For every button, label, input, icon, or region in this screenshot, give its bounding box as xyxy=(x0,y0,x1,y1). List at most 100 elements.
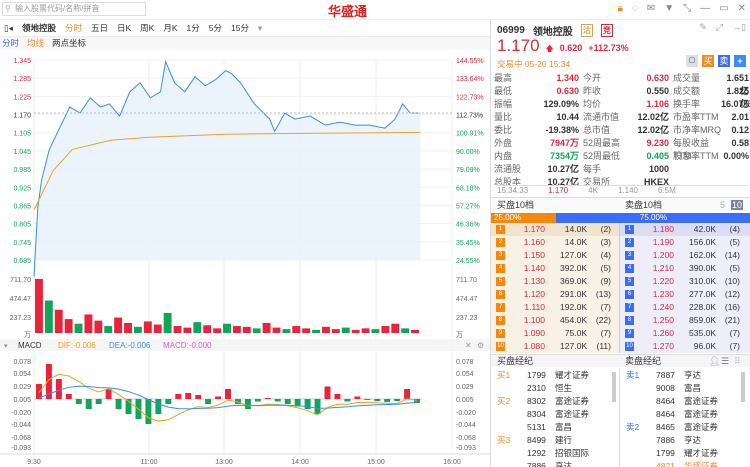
tab-1min[interactable]: 1分 xyxy=(187,22,200,34)
avg-line-label[interactable]: 均线 xyxy=(27,37,44,50)
macd-bar xyxy=(374,399,381,401)
chevron-down-icon[interactable]: ▾ xyxy=(258,23,262,34)
level-price: 1.190 xyxy=(652,237,674,247)
level-price: 1.110 xyxy=(524,302,545,312)
macd-bar xyxy=(185,393,192,399)
macd-tick-label: 0.029 xyxy=(13,384,31,391)
level-volume: 454.0K xyxy=(560,315,587,325)
alert-icon[interactable]: ▢ xyxy=(686,55,698,67)
headset-icon[interactable]: ◌ xyxy=(632,3,638,14)
person-icon[interactable]: 👤︎ xyxy=(709,355,720,368)
volume-bar xyxy=(242,326,251,333)
price-tick-label: 1.105 xyxy=(13,131,31,138)
add-watchlist-button[interactable]: + xyxy=(734,55,746,67)
level-price: 1.270 xyxy=(652,341,674,351)
stat-label: 今开 xyxy=(583,73,602,83)
depth-10-button[interactable]: 10 xyxy=(731,200,744,210)
mail-icon[interactable]: ✉ xyxy=(647,3,655,14)
sell-broker-scrollbar[interactable] xyxy=(741,372,745,402)
close-icon[interactable]: ✕ xyxy=(738,3,746,14)
stock-code: 06999 xyxy=(497,25,525,36)
broker-row: 7886 亨达 xyxy=(491,460,619,467)
level-index: 9 xyxy=(496,329,505,338)
stat-value: 12.02亿 xyxy=(637,125,669,135)
macd-bar xyxy=(264,398,271,399)
depth-5-button[interactable]: 5 xyxy=(720,198,725,212)
grid-view-icon[interactable]: ⠿ xyxy=(734,355,741,368)
intraday-chart[interactable]: 1.345 144.55% 1.285 133.64% 1.225 122.73% 1.17… xyxy=(0,50,490,467)
pct-tick-label: 144.55% xyxy=(456,58,484,65)
level-price: 1.090 xyxy=(523,328,545,338)
macd-bar xyxy=(344,399,351,402)
volume-tick-label: 474.47 xyxy=(456,296,478,303)
macd-tick-label: -0.068 xyxy=(11,435,31,442)
volume-bar xyxy=(64,319,73,333)
broker-name: 建行 xyxy=(555,435,573,445)
level-index: 9 xyxy=(625,329,634,338)
pct-tick-label: 100.91% xyxy=(456,131,484,138)
level-index: 8 xyxy=(496,316,505,325)
minimize-icon[interactable]: — xyxy=(700,3,710,14)
fenshi-label[interactable]: 分时 xyxy=(2,37,19,50)
volume-bar xyxy=(94,320,103,333)
broker-level: 卖1 xyxy=(626,370,640,380)
level-volume: 14.0K xyxy=(564,237,587,247)
pct-tick-label: 68.18% xyxy=(456,185,480,192)
level-volume: 228.0K xyxy=(689,302,716,312)
level-index: 2 xyxy=(625,238,634,247)
tab-fenshi[interactable]: 分时 xyxy=(65,22,82,34)
stat-value: 7947万 xyxy=(549,138,579,148)
level-index: 2 xyxy=(496,238,505,247)
broker-row: 7886 亨达 xyxy=(620,434,750,447)
level-orders: (3) xyxy=(600,237,611,247)
price-tick-label: 1.225 xyxy=(13,94,31,101)
tab-5min[interactable]: 5分 xyxy=(209,22,222,34)
volume-bar xyxy=(312,329,321,333)
broker-id: 8499 xyxy=(527,435,546,445)
volume-tick-label: 711.70 xyxy=(456,277,477,284)
broker-id: 8464 xyxy=(656,409,675,419)
level-index: 3 xyxy=(496,251,505,260)
broker-level: 买1 xyxy=(497,370,511,380)
tab-weekly-k[interactable]: 周K xyxy=(140,22,154,34)
volume-bar xyxy=(361,328,370,333)
search-input[interactable]: ⚲ 输入股票代码/名称/拼音 xyxy=(2,2,146,16)
buy-broker-scrollbar[interactable] xyxy=(612,372,616,402)
two-point-coord[interactable]: 两点坐标 xyxy=(52,37,86,50)
level-orders: (7) xyxy=(729,328,740,338)
broker-level xyxy=(620,382,656,395)
lock-icon[interactable]: 🔒︎ xyxy=(618,3,623,14)
level-volume: 14.0K xyxy=(564,224,587,234)
order-level: 9 1.090 75.0K (7) xyxy=(491,327,619,340)
last-price: 1.170 xyxy=(497,36,540,55)
tab-monthly-k[interactable]: 月K xyxy=(163,22,177,34)
up-arrow-icon: 🡅 xyxy=(545,44,554,53)
broker-row: 1799 耀才证券 xyxy=(620,447,750,460)
stat-row: 最低 0.630 昨收 0.550 成交额 1.825亿 xyxy=(491,85,750,109)
level-index: 4 xyxy=(625,264,634,273)
tab-15min[interactable]: 15分 xyxy=(231,22,249,34)
buy-button[interactable]: 买 xyxy=(702,55,714,67)
sell-button[interactable]: 卖 xyxy=(718,55,730,67)
volume-bar xyxy=(163,312,172,333)
maximize-icon[interactable]: ▭ xyxy=(719,3,728,14)
volume-bar xyxy=(153,324,162,333)
dif-value: DIF:-0.006 xyxy=(58,341,96,350)
shrink-icon[interactable]: ⤡ xyxy=(683,3,691,14)
stat-label: 股息率TTM xyxy=(673,151,719,161)
volume-bar xyxy=(322,326,330,333)
list-view-icon[interactable]: ☰ xyxy=(721,355,729,368)
volume-tick-label: 万 xyxy=(456,331,463,339)
pct-tick-label: 112.73% xyxy=(456,113,483,120)
sidebar-toggle-icon[interactable]: ▯◂ xyxy=(4,23,13,34)
level-volume: 162.0K xyxy=(689,250,716,260)
shirt-icon[interactable]: ▼ xyxy=(664,3,674,14)
broker-row: 9008 富昌 xyxy=(620,382,750,395)
level-orders: (2) xyxy=(600,224,611,234)
macd-bar xyxy=(254,399,261,402)
order-level: 7 1.110 192.0K (7) xyxy=(491,301,619,314)
tab-daily-k[interactable]: 日K xyxy=(117,22,131,34)
stat-label: 内盘 xyxy=(494,151,513,161)
stat-value: 10.44 xyxy=(556,112,579,122)
tab-5day[interactable]: 五日 xyxy=(91,22,108,34)
